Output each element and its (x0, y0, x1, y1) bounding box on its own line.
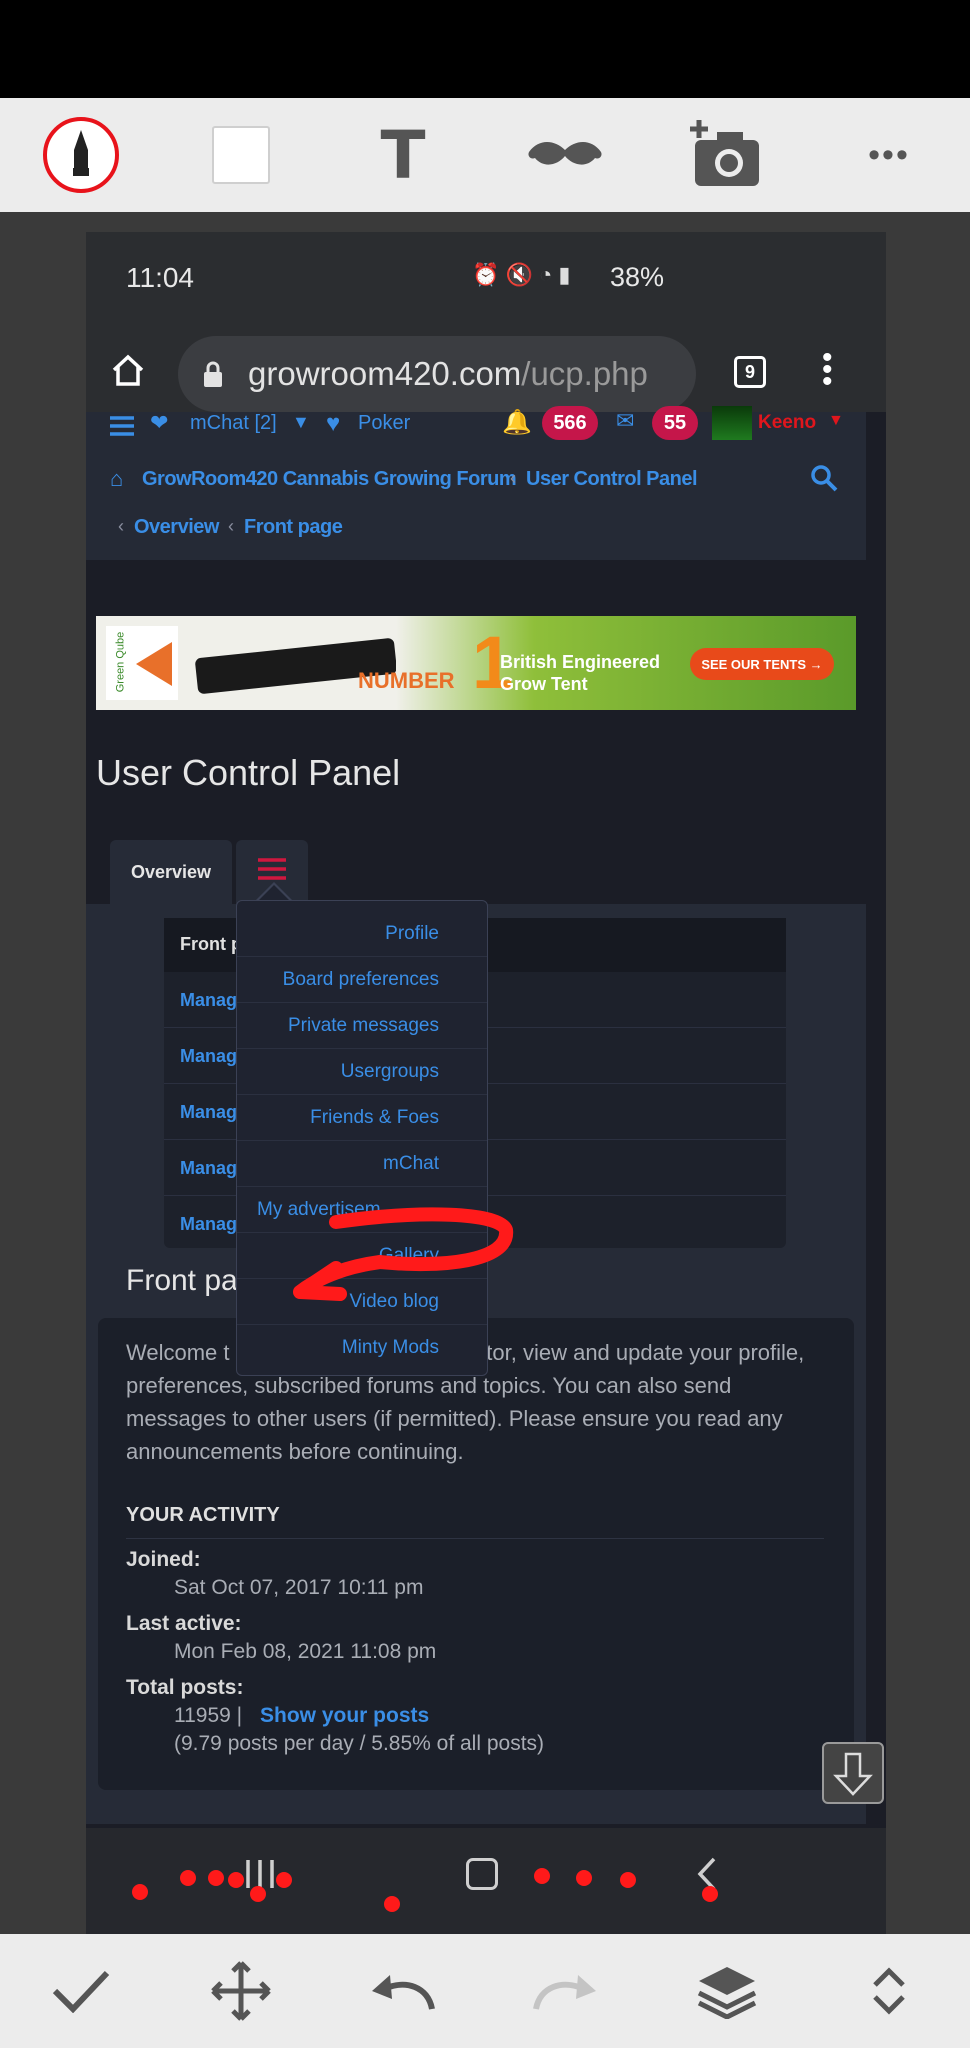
redo-icon[interactable] (510, 1934, 620, 2048)
undo-icon[interactable] (348, 1934, 458, 2048)
move-icon[interactable] (186, 1934, 296, 2048)
red-dot-annotations (132, 1868, 718, 1912)
layers-icon[interactable] (672, 1934, 782, 2048)
red-arrow-annotation (293, 1207, 514, 1301)
expand-collapse-icon[interactable] (834, 1934, 944, 2048)
annotation-layer (132, 1207, 718, 1912)
screenshot-editor: T ••• 11:04 ⏰ 🔇 ◔ ▮ 38% growroom420.com … (0, 0, 970, 2048)
confirm-check-icon[interactable] (26, 1934, 136, 2048)
editor-bottom-toolbar (0, 1934, 970, 2048)
